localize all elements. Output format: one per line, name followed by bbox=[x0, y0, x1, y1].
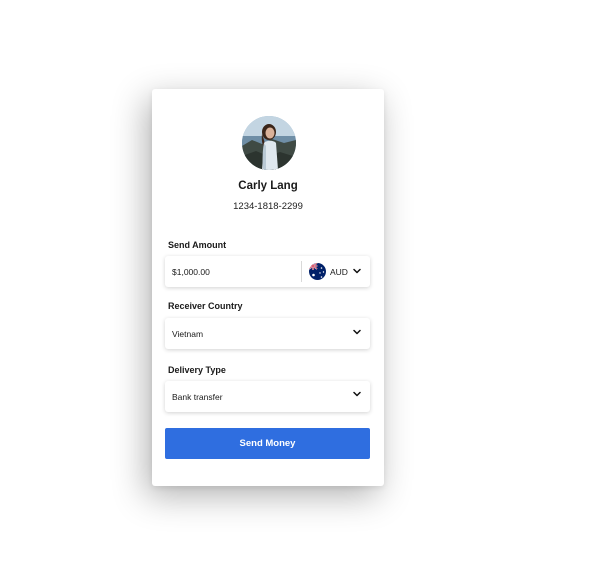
chevron-down-icon[interactable] bbox=[353, 328, 361, 336]
delivery-type-select[interactable]: Bank transfer bbox=[165, 381, 370, 412]
avatar bbox=[242, 116, 296, 170]
account-number: 1234-1818-2299 bbox=[233, 201, 303, 212]
field-divider bbox=[301, 261, 302, 282]
receiver-country-select[interactable]: Vietnam bbox=[165, 318, 370, 349]
send-money-button[interactable]: Send Money bbox=[165, 428, 370, 459]
australia-flag-icon[interactable] bbox=[309, 263, 326, 280]
chevron-down-icon[interactable] bbox=[353, 390, 361, 398]
currency-selector[interactable]: AUD bbox=[330, 267, 348, 277]
delivery-type-label: Delivery Type bbox=[168, 365, 226, 375]
send-money-card: Carly Lang 1234-1818-2299 Send Amount $1… bbox=[152, 89, 384, 486]
send-amount-field: $1,000.00 AUD bbox=[165, 256, 370, 287]
receiver-country-label: Receiver Country bbox=[168, 301, 243, 311]
receiver-country-value: Vietnam bbox=[172, 329, 204, 339]
chevron-down-icon[interactable] bbox=[353, 267, 361, 275]
profile-photo bbox=[242, 116, 296, 170]
send-amount-input[interactable]: $1,000.00 bbox=[172, 267, 210, 277]
delivery-type-value: Bank transfer bbox=[172, 392, 223, 402]
send-amount-label: Send Amount bbox=[168, 240, 227, 250]
profile-name: Carly Lang bbox=[238, 180, 298, 192]
